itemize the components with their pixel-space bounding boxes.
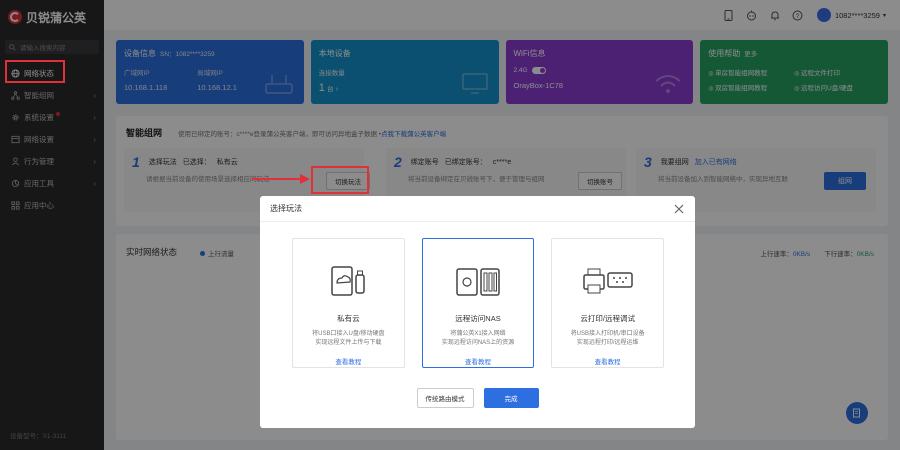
option-desc-line: 实现远程文件上传与下载: [315, 340, 382, 346]
dialog-title: 选择玩法: [270, 204, 302, 213]
option-desc-line: 实现远程打印/远程运维: [576, 340, 639, 346]
annotation-arrow-icon: [252, 174, 310, 184]
view-tutorial-link[interactable]: 查看教程: [423, 356, 534, 366]
option-name: 远程访问NAS: [455, 314, 501, 323]
option-desc: 将蒲公英X1接入网络实现远程访问NAS上的资源: [423, 330, 534, 348]
traditional-router-mode-button[interactable]: 传统路由模式: [416, 388, 474, 408]
annotation-highlight-switch-mode: [311, 166, 369, 194]
select-mode-dialog: 选择玩法 私有云 将USB口接入U盘/移动硬盘 实现远程文件上传与下载 查看教程 …: [260, 196, 695, 428]
option-desc-line: 将蒲公英X1接入网络: [450, 331, 506, 337]
option-desc: 将USB接入打印机/串口设备 实现远程打印/远程运维: [552, 330, 663, 348]
mode-options: 私有云 将USB口接入U盘/移动硬盘 实现远程文件上传与下载 查看教程 远程访问N…: [292, 238, 665, 368]
option-name: 云打印/远程调试: [580, 314, 635, 323]
option-desc: 将USB口接入U盘/移动硬盘 实现远程文件上传与下载: [293, 330, 404, 348]
printer-serial-icon: [582, 268, 633, 294]
view-tutorial-link[interactable]: 查看教程: [552, 356, 663, 366]
option-desc-line: 实现远程访问NAS上的资源: [441, 340, 515, 346]
nas-icon: [456, 268, 500, 296]
usb-cloud-icon: [331, 266, 366, 296]
view-tutorial-link[interactable]: 查看教程: [293, 356, 404, 366]
dialog-footer: 传统路由模式 完成: [260, 388, 695, 408]
option-remote-nas[interactable]: 远程访问NAS 将蒲公英X1接入网络实现远程访问NAS上的资源 查看教程: [421, 238, 535, 368]
option-desc-line: 将USB接入打印机/串口设备: [570, 331, 645, 337]
annotation-highlight-nav: [5, 60, 65, 83]
option-private-cloud[interactable]: 私有云 将USB口接入U盘/移动硬盘 实现远程文件上传与下载 查看教程: [292, 238, 405, 368]
done-button[interactable]: 完成: [483, 388, 539, 408]
close-icon[interactable]: [673, 203, 685, 215]
option-name: 私有云: [337, 314, 360, 323]
option-desc-line: 将USB口接入U盘/移动硬盘: [312, 331, 385, 337]
option-cloud-print[interactable]: 云打印/远程调试 将USB接入打印机/串口设备 实现远程打印/远程运维 查看教程: [551, 238, 665, 368]
